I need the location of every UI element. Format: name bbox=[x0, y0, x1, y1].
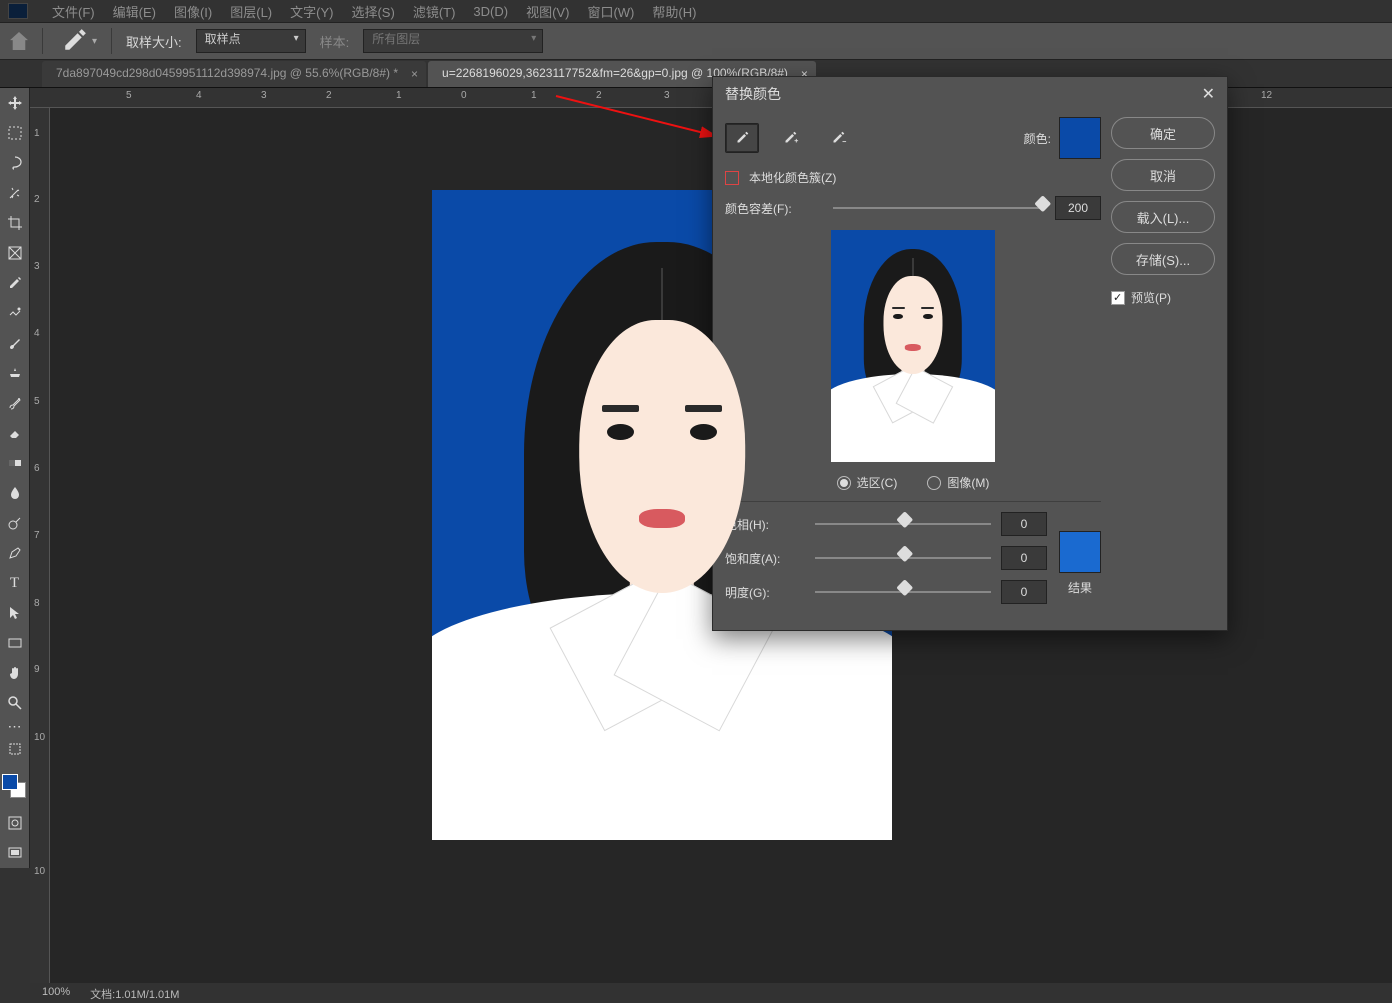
path-selection-tool[interactable] bbox=[0, 598, 29, 628]
fuzziness-input[interactable] bbox=[1055, 196, 1101, 220]
lightness-label: 明度(G): bbox=[725, 584, 805, 601]
eyedropper-minus-icon[interactable] bbox=[821, 123, 855, 153]
spot-healing-tool[interactable] bbox=[0, 298, 29, 328]
tools-panel: T ⋯ bbox=[0, 88, 30, 868]
menu-3d[interactable]: 3D(D) bbox=[473, 4, 508, 19]
blur-tool[interactable] bbox=[0, 478, 29, 508]
hue-label: 色相(H): bbox=[725, 516, 805, 533]
marquee-tool[interactable] bbox=[0, 118, 29, 148]
close-tab-icon[interactable]: × bbox=[411, 67, 418, 81]
lasso-tool[interactable] bbox=[0, 148, 29, 178]
preview-checkbox[interactable]: 预览(P) bbox=[1111, 289, 1215, 306]
screen-mode-toggle[interactable] bbox=[0, 838, 29, 868]
dialog-title: 替换颜色 bbox=[725, 84, 781, 104]
save-button[interactable]: 存储(S)... bbox=[1111, 243, 1215, 275]
gradient-tool[interactable] bbox=[0, 448, 29, 478]
sample-size-label: 取样大小: bbox=[126, 32, 182, 51]
menu-view[interactable]: 视图(V) bbox=[526, 2, 569, 21]
document-info: 文档:1.01M/1.01M bbox=[90, 986, 179, 1000]
toolbox-more[interactable]: ⋯ bbox=[0, 718, 29, 734]
eyedropper-tool[interactable] bbox=[0, 268, 29, 298]
sample-layers-dropdown[interactable]: 所有图层 bbox=[363, 29, 543, 53]
selection-preview[interactable] bbox=[831, 230, 995, 462]
menu-edit[interactable]: 编辑(E) bbox=[113, 2, 156, 21]
brush-tool[interactable] bbox=[0, 328, 29, 358]
menu-help[interactable]: 帮助(H) bbox=[652, 2, 696, 21]
divider bbox=[42, 28, 43, 54]
menu-layer[interactable]: 图层(L) bbox=[230, 2, 272, 21]
sample-layers-label: 样本: bbox=[320, 32, 350, 51]
menu-filter[interactable]: 滤镜(T) bbox=[413, 2, 456, 21]
dialog-titlebar[interactable]: 替换颜色 ✕ bbox=[713, 77, 1227, 111]
menu-image[interactable]: 图像(I) bbox=[174, 2, 212, 21]
edit-toolbar[interactable] bbox=[0, 734, 29, 764]
history-brush-tool[interactable] bbox=[0, 388, 29, 418]
color-swatches[interactable] bbox=[0, 770, 29, 808]
divider bbox=[111, 28, 112, 54]
menu-window[interactable]: 窗口(W) bbox=[587, 2, 634, 21]
ok-button[interactable]: 确定 bbox=[1111, 117, 1215, 149]
crop-tool[interactable] bbox=[0, 208, 29, 238]
saturation-label: 饱和度(A): bbox=[725, 550, 805, 567]
source-color-swatch[interactable] bbox=[1059, 117, 1101, 159]
tool-options-bar: ▾ 取样大小: 取样点 样本: 所有图层 bbox=[0, 22, 1392, 60]
lightness-input[interactable] bbox=[1001, 580, 1047, 604]
menu-select[interactable]: 选择(S) bbox=[351, 2, 394, 21]
load-button[interactable]: 载入(L)... bbox=[1111, 201, 1215, 233]
hue-slider[interactable] bbox=[815, 514, 991, 534]
eyedropper-tool-indicator[interactable]: ▾ bbox=[57, 28, 97, 54]
quick-mask-toggle[interactable] bbox=[0, 808, 29, 838]
color-label: 颜色: bbox=[1024, 130, 1051, 147]
image-radio[interactable]: 图像(M) bbox=[927, 474, 989, 491]
move-tool[interactable] bbox=[0, 88, 29, 118]
foreground-color-swatch[interactable] bbox=[2, 774, 18, 790]
type-tool[interactable]: T bbox=[0, 568, 29, 598]
sample-size-dropdown[interactable]: 取样点 bbox=[196, 29, 306, 53]
cancel-button[interactable]: 取消 bbox=[1111, 159, 1215, 191]
hue-input[interactable] bbox=[1001, 512, 1047, 536]
selection-radio[interactable]: 选区(C) bbox=[837, 474, 898, 491]
close-icon[interactable]: ✕ bbox=[1202, 84, 1215, 104]
result-label: 结果 bbox=[1068, 579, 1092, 596]
frame-tool[interactable] bbox=[0, 238, 29, 268]
saturation-slider[interactable] bbox=[815, 548, 991, 568]
rectangle-tool[interactable] bbox=[0, 628, 29, 658]
dodge-tool[interactable] bbox=[0, 508, 29, 538]
status-bar: 100% 文档:1.01M/1.01M bbox=[30, 983, 1392, 1003]
saturation-input[interactable] bbox=[1001, 546, 1047, 570]
eyedropper-plus-icon[interactable] bbox=[773, 123, 807, 153]
result-color-swatch[interactable] bbox=[1059, 531, 1101, 573]
magic-wand-tool[interactable] bbox=[0, 178, 29, 208]
localized-label: 本地化颜色簇(Z) bbox=[749, 169, 836, 186]
zoom-level[interactable]: 100% bbox=[42, 986, 70, 1000]
hand-tool[interactable] bbox=[0, 658, 29, 688]
pen-tool[interactable] bbox=[0, 538, 29, 568]
menu-type[interactable]: 文字(Y) bbox=[290, 2, 333, 21]
eyedropper-icon[interactable] bbox=[725, 123, 759, 153]
clone-stamp-tool[interactable] bbox=[0, 358, 29, 388]
fuzziness-label: 颜色容差(F): bbox=[725, 200, 823, 217]
main-menu-bar: 文件(F) 编辑(E) 图像(I) 图层(L) 文字(Y) 选择(S) 滤镜(T… bbox=[0, 0, 1392, 22]
lightness-slider[interactable] bbox=[815, 582, 991, 602]
home-icon[interactable] bbox=[10, 32, 28, 50]
vertical-ruler: 1 2 3 4 5 6 7 8 9 10 10 bbox=[30, 108, 50, 983]
zoom-tool[interactable] bbox=[0, 688, 29, 718]
replace-color-dialog: 替换颜色 ✕ 颜色: bbox=[712, 76, 1228, 631]
app-logo bbox=[8, 3, 28, 19]
document-tab[interactable]: 7da897049cd298d0459951112d398974.jpg @ 5… bbox=[42, 61, 426, 87]
menu-file[interactable]: 文件(F) bbox=[52, 2, 95, 21]
eraser-tool[interactable] bbox=[0, 418, 29, 448]
localized-checkbox[interactable] bbox=[725, 171, 739, 185]
document-tab-title: 7da897049cd298d0459951112d398974.jpg @ 5… bbox=[56, 66, 398, 80]
fuzziness-slider[interactable] bbox=[833, 198, 1045, 218]
